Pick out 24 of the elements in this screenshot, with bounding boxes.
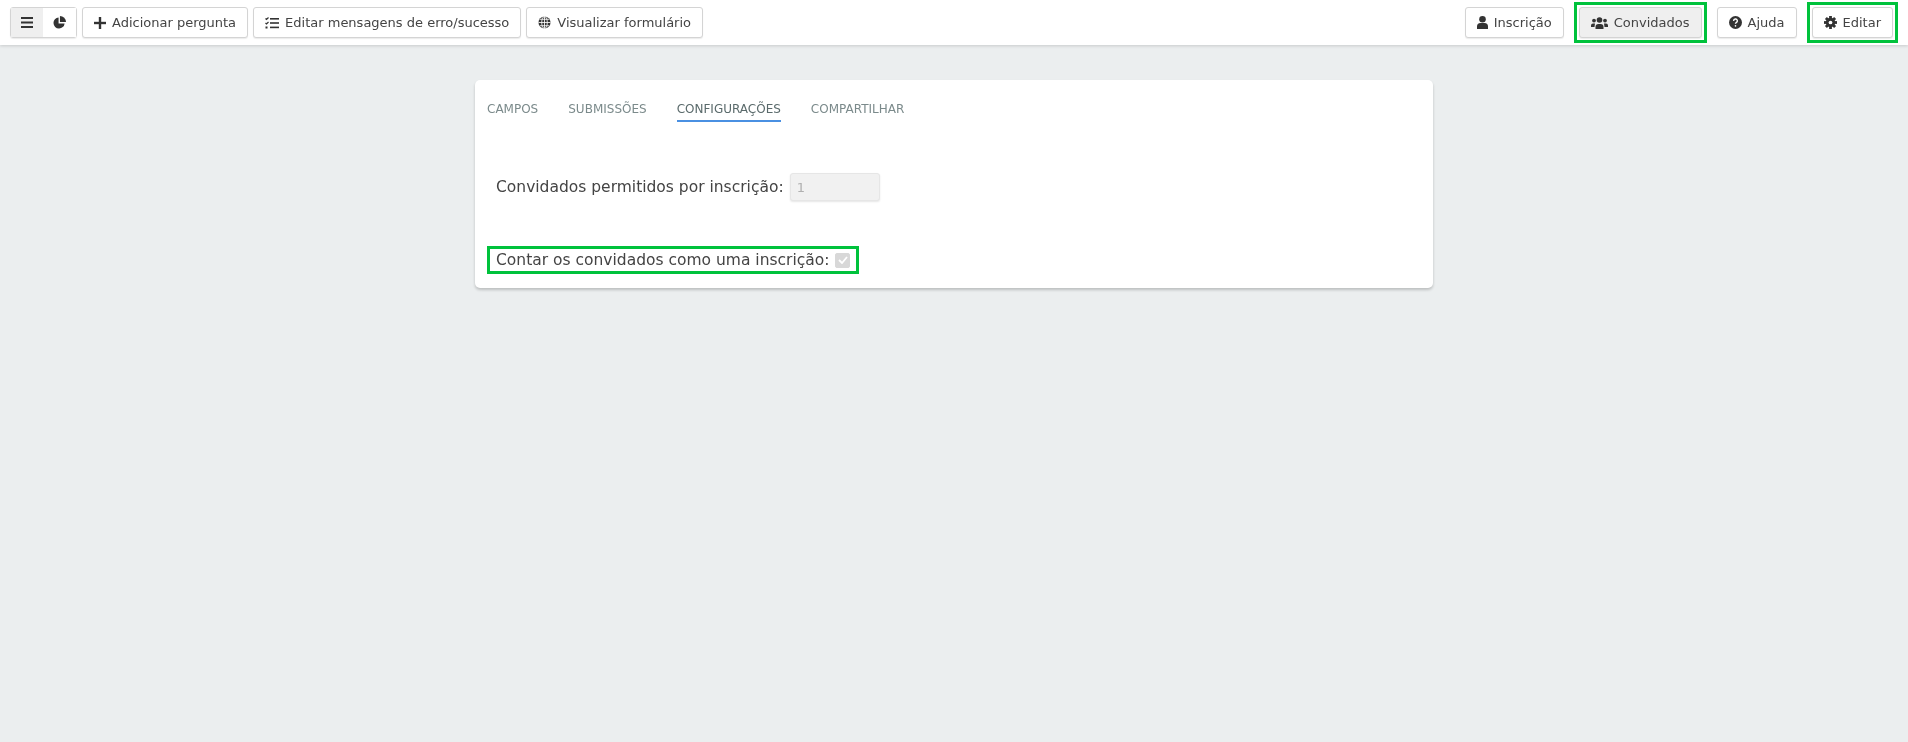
field-label: Contar os convidados como uma inscrição: xyxy=(496,251,830,269)
toolbar-button[interactable]: Adicionar pergunta xyxy=(82,7,249,38)
toolbar-button[interactable]: Convidados xyxy=(1578,7,1702,38)
help-icon xyxy=(1728,16,1742,29)
field-label: Convidados permitidos por inscrição: xyxy=(496,178,784,196)
tab[interactable]: COMPARTILHAR xyxy=(810,100,905,122)
settings-icon xyxy=(1823,16,1837,29)
pie-chart-icon xyxy=(53,16,66,29)
plus-icon xyxy=(94,16,106,29)
menu-icon xyxy=(21,17,33,28)
toolbar-button[interactable]: Editar mensagens de erro/sucesso xyxy=(253,7,522,38)
tab[interactable]: CAMPOS xyxy=(487,100,539,122)
toolbar-button[interactable]: Inscrição xyxy=(1464,7,1564,38)
globe-icon xyxy=(538,16,552,29)
toolbar-button[interactable]: Editar xyxy=(1811,7,1893,38)
tab[interactable]: SUBMISSÕES xyxy=(568,100,647,122)
toolbar-button[interactable]: Ajuda xyxy=(1716,7,1797,38)
tab[interactable]: CONFIGURAÇÕES xyxy=(676,100,781,122)
users-icon xyxy=(1590,16,1608,29)
user-icon xyxy=(1476,16,1488,29)
list-view-button[interactable] xyxy=(11,8,43,37)
chart-view-button[interactable] xyxy=(43,8,76,37)
toolbar-button[interactable]: Visualizar formulário xyxy=(526,7,704,38)
checklist-icon xyxy=(265,16,280,29)
